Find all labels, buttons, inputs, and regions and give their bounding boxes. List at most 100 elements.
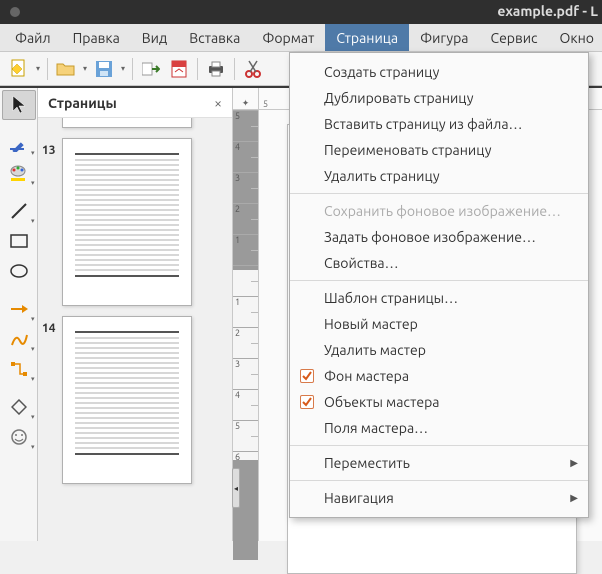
panel-collapse-handle[interactable]: ◂: [232, 468, 240, 508]
menu-item[interactable]: Вставить страницу из файла…: [290, 111, 588, 137]
toolbar-separator: [197, 58, 198, 80]
menu-insert[interactable]: Вставка: [178, 24, 251, 51]
arrow-icon: [10, 303, 28, 315]
checkbox-icon: [300, 369, 314, 383]
pages-panel-body[interactable]: 13 14: [38, 118, 232, 541]
print-button[interactable]: [203, 56, 229, 82]
menu-item[interactable]: Фон мастера: [290, 363, 588, 389]
export-button[interactable]: [138, 56, 164, 82]
page-thumbnail[interactable]: [62, 118, 226, 128]
toolbar-separator: [47, 58, 48, 80]
menu-separator: [290, 280, 588, 281]
pages-panel-title: Страницы: [48, 95, 117, 111]
diamond-icon: [11, 399, 27, 415]
chevron-down-icon: ▾: [31, 179, 35, 187]
menu-item-label: Переместить: [324, 455, 410, 471]
open-dropdown[interactable]: ▾: [81, 64, 89, 73]
menu-item-label: Поля мастера…: [324, 420, 428, 436]
menu-item[interactable]: Шаблон страницы…: [290, 285, 588, 311]
tool-rectangle[interactable]: [2, 226, 36, 256]
fill-color-icon: [9, 164, 29, 182]
menu-view[interactable]: Вид: [131, 24, 178, 51]
new-doc-button[interactable]: [6, 56, 32, 82]
tool-cursor[interactable]: [2, 90, 36, 120]
menu-item[interactable]: Удалить страницу: [290, 163, 588, 189]
tool-pencil[interactable]: ▾: [2, 128, 36, 158]
menu-item[interactable]: Удалить мастер: [290, 337, 588, 363]
window-title: example.pdf - L: [497, 3, 598, 19]
page-thumbnail[interactable]: 13: [62, 138, 226, 306]
chevron-down-icon: ▾: [31, 375, 35, 383]
connector-icon: [10, 361, 28, 377]
menu-window[interactable]: Окно: [549, 24, 602, 51]
chevron-down-icon: ▾: [31, 217, 35, 225]
menu-item-label: Навигация: [324, 490, 394, 506]
menu-item-label: Свойства…: [324, 255, 399, 271]
menu-separator: [290, 480, 588, 481]
save-button[interactable]: [91, 56, 117, 82]
thumbnail-preview: [62, 138, 192, 306]
menu-separator: [290, 193, 588, 194]
menu-item[interactable]: Поля мастера…: [290, 415, 588, 441]
page-menu-dropdown: Создать страницу Дублировать страницу Вста…: [289, 52, 589, 518]
cut-icon: [245, 60, 261, 78]
menu-item-label: Дублировать страницу: [324, 90, 474, 106]
menu-edit[interactable]: Правка: [62, 24, 131, 51]
tool-connector[interactable]: ▾: [2, 354, 36, 384]
tool-fill-color[interactable]: ▾: [2, 158, 36, 188]
menu-item[interactable]: Навигация ▶: [290, 485, 588, 511]
menu-item-label: Переименовать страницу: [324, 142, 491, 158]
menu-format[interactable]: Формат: [251, 24, 325, 51]
tool-arrow[interactable]: ▾: [2, 294, 36, 324]
tool-basic-shapes[interactable]: ▾: [2, 392, 36, 422]
window-titlebar: example.pdf - L: [0, 0, 602, 24]
menu-file[interactable]: Файл: [4, 24, 62, 51]
save-icon: [96, 61, 112, 77]
submenu-arrow-icon: ▶: [570, 492, 578, 504]
export-pdf-button[interactable]: [166, 56, 192, 82]
save-dropdown[interactable]: ▾: [119, 64, 127, 73]
print-icon: [207, 61, 225, 77]
window-close-button[interactable]: [10, 7, 20, 17]
menu-item[interactable]: Дублировать страницу: [290, 85, 588, 111]
new-doc-dropdown[interactable]: ▾: [34, 64, 42, 73]
chevron-down-icon: ▾: [31, 443, 35, 451]
menu-item-label: Сохранить фоновое изображение…: [324, 203, 561, 219]
menu-item[interactable]: Объекты мастера: [290, 389, 588, 415]
pages-panel-close-button[interactable]: ×: [214, 95, 222, 111]
menu-item: Сохранить фоновое изображение…: [290, 198, 588, 224]
page-number-label: 13: [42, 144, 56, 157]
page-number-label: 14: [42, 322, 56, 335]
submenu-arrow-icon: ▶: [570, 457, 578, 469]
line-icon: [10, 202, 28, 220]
tool-line[interactable]: ▾: [2, 196, 36, 226]
menu-shape[interactable]: Фигура: [409, 24, 479, 51]
export-icon: [142, 61, 160, 77]
menu-item[interactable]: Переместить ▶: [290, 450, 588, 476]
menu-item-label: Объекты мастера: [324, 394, 439, 410]
ruler-corner: ✦: [233, 88, 258, 110]
menu-item-label: Фон мастера: [324, 368, 409, 384]
side-toolbox: ▾ ▾ ▾ ▾ ▾ ▾ ▾: [0, 88, 38, 541]
menu-item[interactable]: Новый мастер: [290, 311, 588, 337]
page-thumbnail[interactable]: 14: [62, 316, 226, 484]
tool-symbol-shapes[interactable]: ▾: [2, 422, 36, 452]
menubar: Файл Правка Вид Вставка Формат Страница …: [0, 24, 602, 52]
menu-item[interactable]: Задать фоновое изображение…: [290, 224, 588, 250]
checkbox-icon: [300, 395, 314, 409]
tool-curve[interactable]: ▾: [2, 324, 36, 354]
ellipse-icon: [10, 264, 28, 278]
open-button[interactable]: [53, 56, 79, 82]
menu-tools[interactable]: Сервис: [480, 24, 549, 51]
menu-item[interactable]: Создать страницу: [290, 59, 588, 85]
menu-item-label: Создать страницу: [324, 64, 439, 80]
menu-item-label: Удалить страницу: [324, 168, 440, 184]
menu-item-label: Вставить страницу из файла…: [324, 116, 523, 132]
menu-item[interactable]: Переименовать страницу: [290, 137, 588, 163]
cut-button[interactable]: [240, 56, 266, 82]
menu-page[interactable]: Страница: [325, 24, 409, 51]
menu-item[interactable]: Свойства…: [290, 250, 588, 276]
tool-ellipse[interactable]: [2, 256, 36, 286]
chevron-down-icon: ▾: [31, 413, 35, 421]
export-pdf-icon: [171, 60, 187, 78]
